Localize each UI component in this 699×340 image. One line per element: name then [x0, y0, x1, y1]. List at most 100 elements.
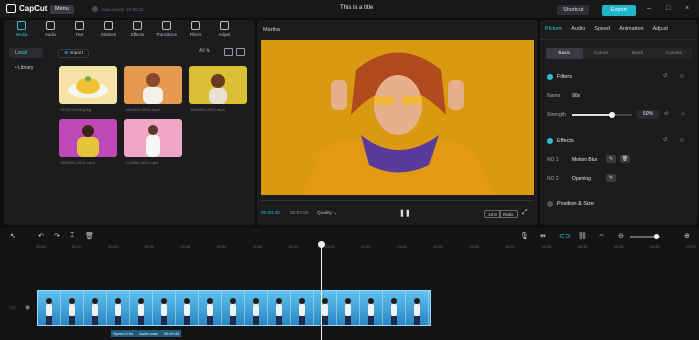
reset-icon[interactable]: ↺	[663, 73, 667, 79]
tool-media[interactable]: Media	[7, 20, 36, 40]
select-tool-icon[interactable]: ↖	[10, 232, 16, 240]
microphone-icon[interactable]: 🎙	[520, 232, 529, 240]
subtab-basic[interactable]: Basic	[546, 48, 583, 59]
split-icon[interactable]: ⌶	[70, 232, 74, 240]
thumb-caption-3: 1603902-2021.mp4	[190, 107, 225, 112]
strength-slider-handle[interactable]	[609, 112, 615, 118]
edit-effect-2-icon[interactable]: ✎	[606, 174, 616, 182]
video-clip[interactable]	[37, 290, 431, 326]
clip-frame	[360, 291, 383, 325]
tab-adjust[interactable]: Adjust	[653, 26, 668, 32]
maximize-icon[interactable]: □	[666, 5, 670, 12]
tool-stickers[interactable]: Stickers	[94, 20, 123, 40]
project-title[interactable]: This is a title	[340, 5, 373, 11]
tab-animation[interactable]: Animation	[619, 26, 643, 32]
effects-reset-icon[interactable]: ↺	[663, 137, 667, 143]
close-icon[interactable]: ×	[685, 5, 689, 12]
subtab-canvas[interactable]: Canvas	[656, 48, 693, 59]
list-view-icon[interactable]	[224, 48, 233, 56]
import-label: Import	[69, 51, 83, 56]
fullscreen-icon[interactable]: ⤢	[522, 209, 528, 217]
menu-button[interactable]: Menu	[50, 5, 74, 14]
media-thumb-3[interactable]	[189, 66, 247, 104]
tool-label: Media	[15, 32, 28, 37]
link-icon[interactable]: ⇹	[540, 232, 546, 240]
dancer-frame-image	[69, 298, 75, 325]
dancer-frame-image	[207, 298, 213, 325]
tool-filters[interactable]: Filters	[181, 20, 210, 40]
player-scrubber[interactable]	[261, 200, 534, 201]
strength-input[interactable]: 50%	[637, 110, 659, 119]
tool-effects[interactable]: Effects	[123, 20, 152, 40]
export-button[interactable]: Export	[602, 5, 636, 16]
media-thumb-2[interactable]	[124, 66, 182, 104]
filters-toggle-icon[interactable]	[547, 74, 553, 80]
quality-dropdown[interactable]: Quality ⌄	[317, 211, 337, 216]
zoom-handle[interactable]	[654, 234, 659, 239]
tool-transitions[interactable]: Transitions	[152, 20, 181, 40]
clip-frame	[314, 291, 337, 325]
timeline-ruler[interactable]: 00:00 00:10 00:20 00:30 00:40 00:50 01:00 01:10…	[36, 245, 696, 251]
current-time: 00:00:40	[261, 211, 280, 216]
delete-icon[interactable]: 🗑	[85, 232, 94, 240]
dancer-frame-image	[138, 298, 144, 325]
track-visible-icon[interactable]: ◉	[25, 304, 30, 311]
dancer-frame-image	[429, 291, 431, 326]
filters-section-header[interactable]: Filters	[547, 74, 572, 80]
tool-audio[interactable]: Audio	[36, 20, 65, 40]
tab-audio[interactable]: Audio	[571, 26, 585, 32]
video-preview[interactable]	[261, 40, 534, 195]
nav-local[interactable]: Local	[9, 48, 43, 58]
zoom-out-icon[interactable]: ⊖	[618, 232, 624, 240]
tab-picture[interactable]: Picture	[545, 26, 562, 32]
zoom-fit-icon[interactable]: ⊕	[684, 232, 690, 240]
playhead-handle[interactable]	[318, 241, 325, 248]
minimize-icon[interactable]: –	[647, 5, 651, 12]
tool-label: Transitions	[156, 32, 177, 37]
tool-text[interactable]: Text	[65, 20, 94, 40]
chain-icon[interactable]: ⛓	[578, 232, 587, 240]
magnet-icon[interactable]: ⊂⊃	[559, 232, 571, 240]
ruler-tick: 03:00	[686, 245, 696, 249]
delete-effect-icon[interactable]: 🗑	[620, 155, 630, 163]
position-toggle-icon[interactable]	[547, 201, 553, 207]
filters-title: Filters	[557, 74, 572, 80]
subtab-mask[interactable]: Mask	[619, 48, 656, 59]
tool-adjust[interactable]: Adjust	[210, 20, 239, 40]
tool-label: Text	[75, 32, 84, 37]
media-thumb-1[interactable]	[59, 66, 117, 104]
ruler-tick: 00:30	[144, 245, 154, 249]
effects-section-header[interactable]: Effects	[547, 138, 574, 144]
media-toolbar: Media Audio Text Stickers Effects Transitions…	[7, 20, 239, 40]
import-button[interactable]: ⊕ Import	[58, 49, 89, 58]
subtab-cutout[interactable]: Cutout	[583, 48, 620, 59]
strength-slider-fill	[572, 114, 612, 116]
filter-all-dropdown[interactable]: All ⇅	[199, 48, 210, 54]
keyframe-icon[interactable]: ◇	[680, 73, 684, 79]
snap-icon[interactable]: ⇔	[598, 232, 605, 239]
position-section-header[interactable]: Position & Size	[547, 201, 594, 207]
media-thumb-4[interactable]	[59, 119, 117, 157]
redo-icon[interactable]: ↷	[54, 232, 60, 240]
thumb-caption-5: 1,16306 2021.mp4	[125, 160, 159, 165]
playhead[interactable]	[321, 242, 322, 340]
strength-keyframe-icon[interactable]: ◇	[681, 111, 685, 117]
edit-effect-icon[interactable]: ✎	[606, 155, 616, 163]
effects-keyframe-icon[interactable]: ◇	[680, 137, 684, 143]
tab-speed[interactable]: Speed	[594, 26, 610, 32]
undo-icon[interactable]: ↶	[38, 232, 44, 240]
ratio-select-button[interactable]: Ratio	[499, 210, 518, 218]
strength-slider[interactable]	[572, 112, 632, 118]
ruler-tick: 02:00	[469, 245, 480, 249]
ruler-tick: 01:20	[325, 245, 335, 249]
shortcut-button[interactable]: Shortcut	[557, 5, 590, 15]
track-lock-icon[interactable]: ▭	[10, 304, 16, 311]
strength-reset-icon[interactable]: ↺	[664, 111, 668, 117]
zoom-slider[interactable]	[630, 234, 660, 239]
effects-toggle-icon[interactable]	[547, 138, 553, 144]
ruler-tick: 00:00	[36, 245, 46, 249]
pause-button[interactable]: ❚❚	[399, 209, 411, 217]
media-thumb-5[interactable]	[124, 119, 182, 157]
nav-library[interactable]: • Library	[9, 63, 43, 73]
grid-view-icon[interactable]	[236, 48, 245, 56]
